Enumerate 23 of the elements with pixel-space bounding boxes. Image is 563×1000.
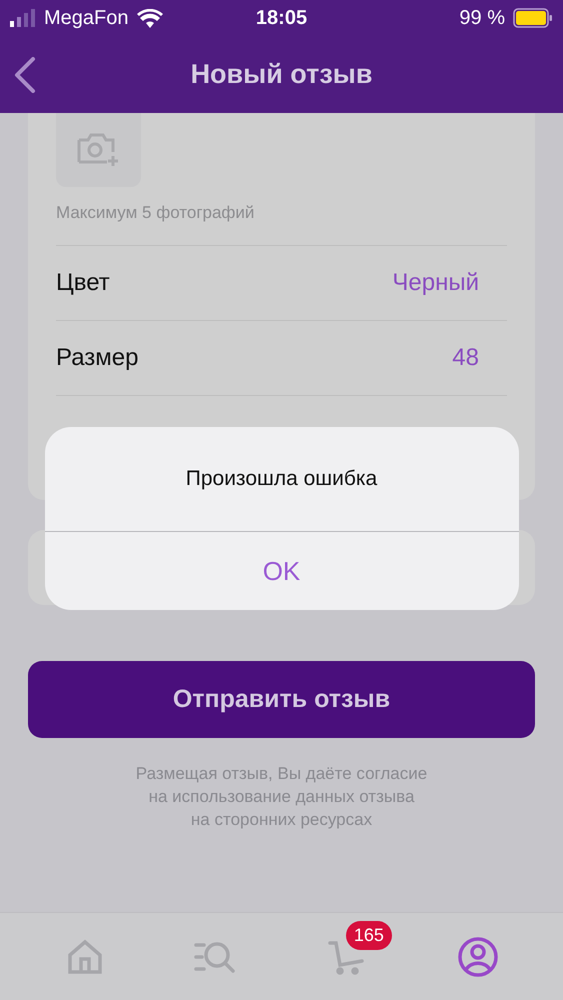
battery-icon xyxy=(513,8,553,28)
carrier-name: MegaFon xyxy=(44,6,128,30)
back-icon[interactable] xyxy=(14,57,36,93)
clock-time: 18:05 xyxy=(256,6,308,30)
camera-plus-icon xyxy=(76,132,120,168)
add-photo-tile[interactable] xyxy=(56,113,141,187)
screen-title: Новый отзыв xyxy=(190,59,372,90)
ok-button[interactable]: OK xyxy=(44,532,518,610)
signal-icon xyxy=(10,9,36,27)
battery-percent: 99 % xyxy=(459,6,505,30)
attribute-value[interactable]: Черный xyxy=(392,269,479,297)
wifi-icon xyxy=(136,8,162,28)
consent-note: Размещая отзыв, Вы даёте согласие на использование данных отзыва на сторонних ресурсах xyxy=(134,763,428,831)
submit-review-button[interactable]: Отправить отзыв xyxy=(28,661,535,738)
attribute-label: Цвет xyxy=(56,269,110,297)
profile-icon xyxy=(456,936,499,978)
cart-count-badge: 165 xyxy=(346,920,392,950)
attribute-value[interactable]: 48 xyxy=(452,344,479,372)
home-icon xyxy=(68,938,102,974)
tab-bar-item[interactable]: 165 xyxy=(324,920,396,978)
alert-title: Произошла ошибка xyxy=(44,427,518,532)
photo-limit-caption: Максимум 5 фотографий xyxy=(56,203,256,223)
attribute-label: Размер xyxy=(56,344,138,372)
